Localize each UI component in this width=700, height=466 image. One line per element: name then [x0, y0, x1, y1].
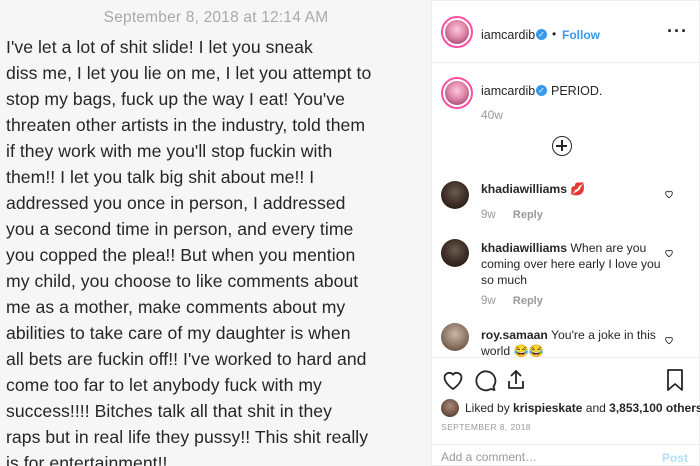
post-panel: iamcardib ✓ • Follow ··· iamcardib ✓ PER… — [432, 0, 700, 466]
comment-icon[interactable] — [473, 368, 497, 392]
comment-text: roy.samaan You're a joke in this world 😂… — [481, 327, 661, 359]
load-more-comments-icon[interactable] — [552, 136, 572, 156]
commenter-avatar[interactable] — [441, 323, 469, 351]
share-icon[interactable] — [504, 368, 528, 392]
comment-body: 💋 — [570, 182, 586, 196]
separator-dot: • — [552, 27, 557, 41]
comment-meta: 9w Reply — [481, 209, 543, 221]
commenter-username[interactable]: khadiawilliams — [481, 241, 567, 255]
commenter-avatar[interactable] — [441, 181, 469, 209]
note-body-text: I've let a lot of shit slide! I let you … — [6, 37, 372, 466]
post-actions: Liked by krispieskate and 3,853,100 othe… — [432, 357, 700, 466]
comment-input[interactable] — [441, 450, 641, 464]
comment-text: khadiawilliams 💋 — [481, 181, 661, 197]
caption-text: PERIOD. — [551, 84, 603, 98]
comment-time[interactable]: 9w — [481, 295, 496, 307]
reply-button[interactable]: Reply — [513, 295, 543, 307]
author-username[interactable]: iamcardib — [481, 28, 535, 42]
post-image: September 8, 2018 at 12:14 AM I've let a… — [0, 0, 432, 466]
follow-button[interactable]: Follow — [562, 28, 600, 42]
more-options-icon[interactable]: ··· — [667, 21, 688, 42]
commenter-username[interactable]: khadiawilliams — [481, 182, 567, 196]
author-avatar[interactable] — [441, 16, 473, 48]
caption-username[interactable]: iamcardib — [481, 84, 535, 98]
comment-meta: 9w Reply — [481, 295, 543, 307]
commenter-username[interactable]: roy.samaan — [481, 328, 548, 342]
caption-avatar[interactable] — [441, 77, 473, 109]
likes-and: and — [585, 401, 606, 415]
verified-badge-icon: ✓ — [536, 85, 547, 96]
comment-like-heart-icon[interactable] — [664, 248, 674, 258]
comment-like-heart-icon[interactable] — [664, 335, 674, 345]
likes-count[interactable]: 3,853,100 others — [609, 401, 700, 415]
note-date: September 8, 2018 at 12:14 AM — [103, 9, 329, 26]
reply-button[interactable]: Reply — [513, 209, 543, 221]
bookmark-icon[interactable] — [663, 368, 687, 392]
add-comment-bar: Post — [432, 444, 700, 466]
heart-icon[interactable] — [441, 368, 465, 392]
likes-summary: Liked by krispieskate and 3,853,100 othe… — [465, 401, 700, 415]
likes-prefix: Liked by — [465, 401, 510, 415]
comment-like-heart-icon[interactable] — [664, 189, 674, 199]
post-comment-button[interactable]: Post — [662, 451, 688, 465]
caption-timestamp[interactable]: 40w — [481, 108, 503, 122]
comment-text: khadiawilliams When are you coming over … — [481, 240, 661, 288]
verified-badge-icon: ✓ — [536, 29, 547, 40]
liker-avatar[interactable] — [441, 399, 459, 417]
commenter-avatar[interactable] — [441, 239, 469, 267]
liker-username[interactable]: krispieskate — [513, 401, 582, 415]
post-date[interactable]: SEPTEMBER 8, 2018 — [441, 422, 531, 432]
post-header: iamcardib ✓ • Follow ··· — [432, 1, 700, 63]
comment-time[interactable]: 9w — [481, 209, 496, 221]
